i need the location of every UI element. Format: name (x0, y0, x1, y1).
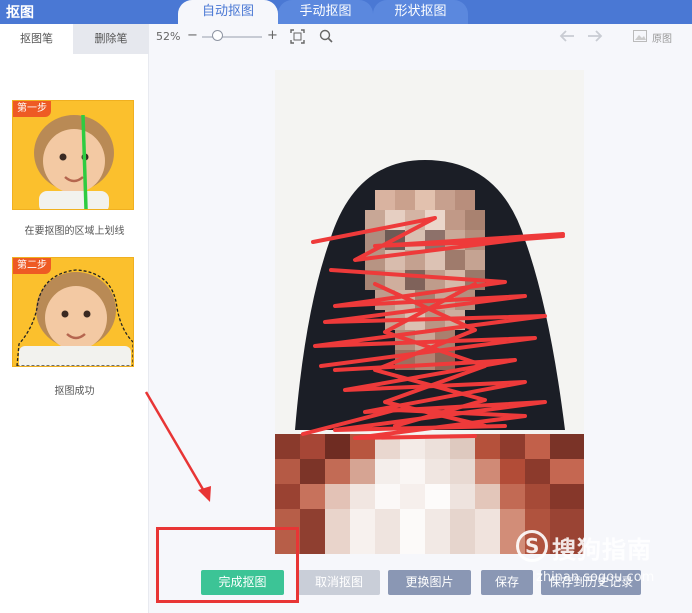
zoom-out-icon[interactable]: − (187, 27, 198, 45)
step-one-badge: 第一步 (13, 101, 51, 117)
watermark: S 搜狗指南 zhinan.sogou.com (516, 530, 686, 590)
zoom-percentage: 52% (156, 30, 181, 43)
shirt-shape (39, 191, 109, 209)
highlight-box (156, 527, 299, 603)
portrait-photo[interactable] (275, 70, 584, 554)
zoom-in-icon[interactable]: + (267, 27, 278, 45)
tab-eraser-pen[interactable]: 删除笔 (73, 24, 149, 54)
magnify-icon[interactable] (319, 27, 333, 49)
tab-manual-cutout[interactable]: 手动抠图 (278, 0, 373, 24)
original-image-label[interactable]: 原图 (652, 30, 672, 45)
watermark-url: zhinan.sogou.com (536, 570, 655, 585)
image-icon[interactable] (633, 27, 647, 48)
tab-cutout-pen[interactable]: 抠图笔 (0, 24, 73, 54)
face-shape (43, 129, 105, 193)
app-title: 抠图 (6, 5, 34, 21)
tab-shape-cutout[interactable]: 形状抠图 (373, 0, 468, 24)
step-two-badge: 第二步 (13, 258, 51, 274)
step-two-caption: 抠图成功 (54, 386, 95, 397)
sogou-logo-icon: S (516, 530, 548, 562)
fit-icon[interactable] (290, 27, 305, 50)
step-one-caption: 在要抠图的区域上划线 (24, 226, 125, 237)
replace-image-button[interactable]: 更换图片 (388, 570, 471, 595)
left-panel: 抠图笔 删除笔 第一步 在要抠图的区域上划线 第二步 抠图成功 (0, 24, 149, 613)
baby-illustration-step-one (34, 114, 114, 209)
step-two-image: 第二步 (12, 257, 134, 367)
pixelated-portrait (275, 70, 584, 554)
step-one-image: 第一步 (12, 100, 134, 210)
baby-illustration-step-two (16, 269, 133, 366)
redo-icon[interactable] (587, 27, 603, 49)
undo-icon[interactable] (559, 27, 575, 49)
zoom-slider[interactable] (202, 36, 262, 38)
zoom-slider-handle[interactable] (211, 30, 223, 41)
cancel-cutout-button[interactable]: 取消抠图 (298, 570, 380, 595)
tab-auto-cutout[interactable]: 自动抠图 (178, 0, 278, 24)
title-bar: 抠图 自动抠图 手动抠图 形状抠图 (0, 0, 692, 24)
toolbar: 52% − + 原图 (149, 24, 692, 50)
watermark-text: 搜狗指南 (552, 536, 652, 564)
